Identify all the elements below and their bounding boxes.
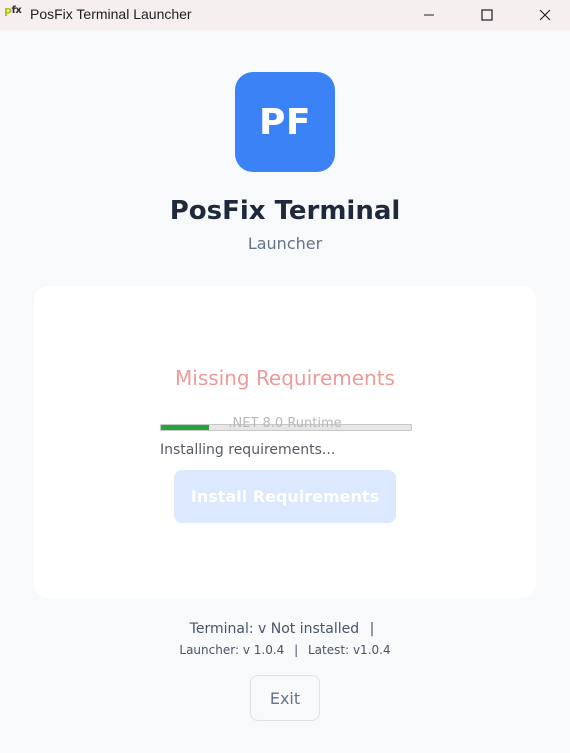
window-title: PosFix Terminal Launcher [30, 6, 192, 22]
close-icon [539, 9, 551, 21]
latest-label: Latest: [307, 643, 350, 657]
app-logo: PF [235, 72, 335, 172]
latest-version: v1.0.4 [352, 643, 391, 657]
install-requirements-button[interactable]: Install Requirements [174, 470, 396, 523]
minimize-icon [424, 14, 434, 16]
progress-label: .NET 8.0 Runtime [228, 416, 342, 431]
terminal-version: v Not installed [258, 621, 360, 637]
app-icon-suffix: fx [11, 5, 22, 16]
separator: | [369, 621, 375, 637]
minimize-button[interactable] [400, 0, 458, 30]
status-card: Missing Requirements .NET 8.0 Runtime In… [34, 286, 536, 598]
separator: | [294, 643, 299, 657]
maximize-icon [481, 9, 493, 21]
maximize-button[interactable] [458, 0, 516, 30]
status-detail: Installing requirements... [160, 442, 336, 458]
app-subtitle: Launcher [247, 234, 323, 253]
app-icon-letter: P [4, 6, 12, 19]
terminal-version-line: Terminal: v Not installed | [0, 621, 570, 637]
launcher-version: v 1.0.4 [242, 643, 285, 657]
close-button[interactable] [516, 0, 570, 30]
exit-button[interactable]: Exit [250, 675, 320, 721]
terminal-label: Terminal: [189, 621, 254, 637]
title-bar: Pfx PosFix Terminal Launcher [0, 0, 570, 30]
status-title: Missing Requirements [175, 366, 395, 390]
launcher-version-line: Launcher: v 1.0.4 | Latest: v1.0.4 [0, 643, 570, 657]
app-icon: Pfx [4, 4, 24, 22]
launcher-label: Launcher: [179, 643, 239, 657]
app-name: PosFix Terminal [169, 196, 401, 226]
